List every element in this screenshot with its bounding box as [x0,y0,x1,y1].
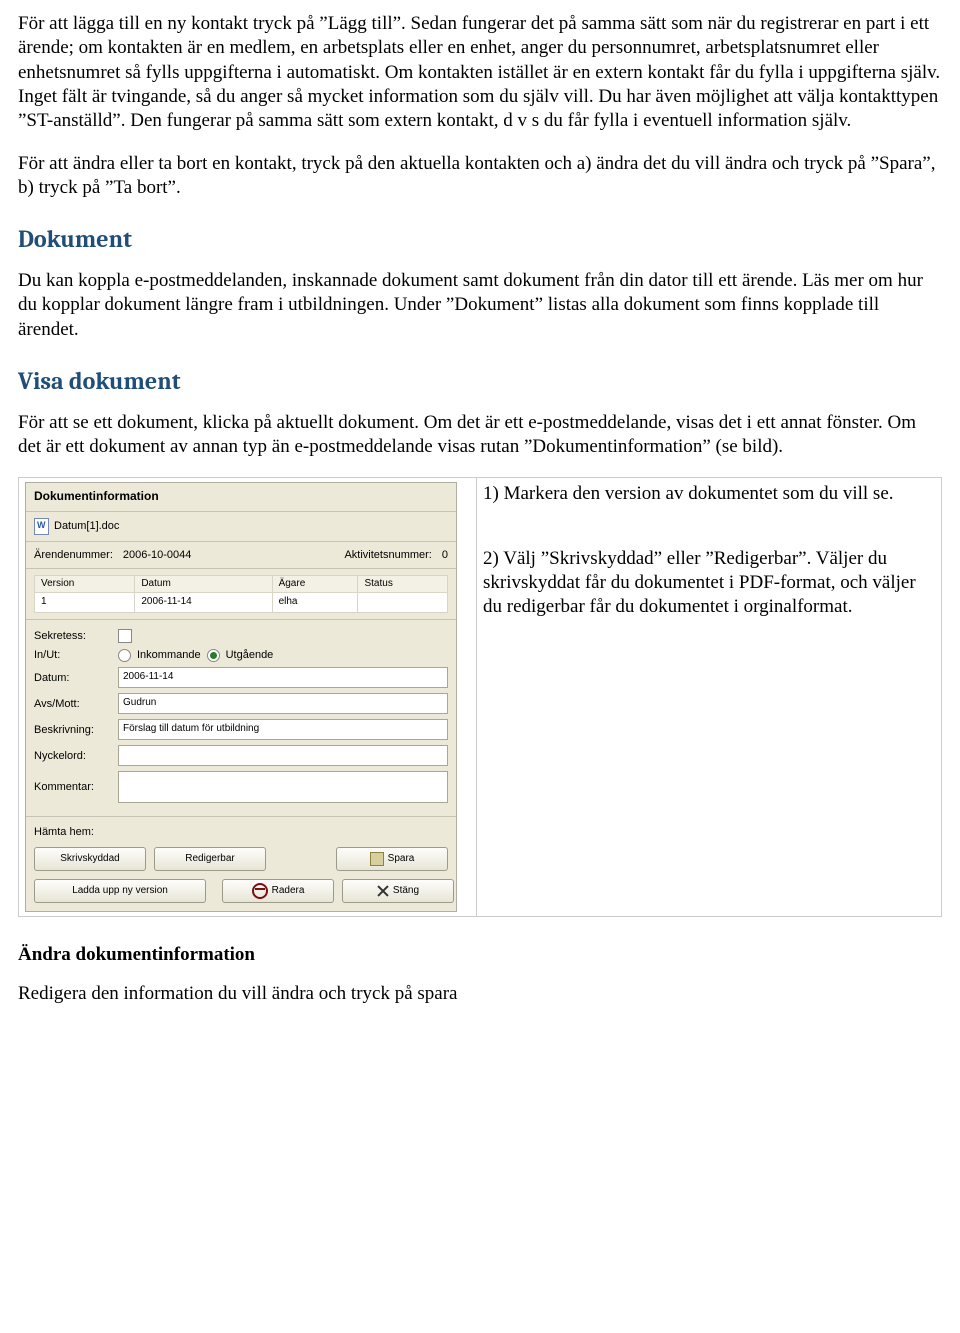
datum-label: Datum: [34,671,112,685]
hamta-hem-label: Hämta hem: [34,825,448,839]
figure-table: Dokumentinformation Datum[1].doc Ärenden… [18,477,942,917]
utgaende-radio[interactable] [207,649,220,662]
body-paragraph: För att se ett dokument, klicka på aktue… [18,411,942,460]
word-doc-icon [34,518,49,535]
nyckelord-label: Nyckelord: [34,749,112,763]
sekretess-checkbox[interactable] [118,629,132,643]
dokumentinformation-panel: Dokumentinformation Datum[1].doc Ärenden… [25,482,457,912]
heading-visa-dokument: Visa dokument [18,366,942,397]
body-paragraph: Du kan koppla e-postmeddelanden, inskann… [18,269,942,342]
arendenummer-label: Ärendenummer: [34,548,113,562]
col-status: Status [358,575,448,593]
cell-datum: 2006-11-14 [135,593,272,613]
beskrivning-label: Beskrivning: [34,723,112,737]
kommentar-field[interactable] [118,771,448,803]
redigerbar-button[interactable]: Redigerbar [154,847,266,871]
version-table[interactable]: Version Datum Ägare Status 1 2006-11-14 … [34,575,448,614]
col-agare: Ägare [272,575,358,593]
avsmott-label: Avs/Mott: [34,697,112,711]
datum-field[interactable]: 2006-11-14 [118,667,448,688]
kommentar-label: Kommentar: [34,780,112,794]
sekretess-label: Sekretess: [34,629,112,643]
avsmott-field[interactable]: Gudrun [118,693,448,714]
ladda-upp-button[interactable]: Ladda upp ny version [34,879,206,903]
body-paragraph: För att ändra eller ta bort en kontakt, … [18,152,942,201]
stang-button[interactable]: Stäng [342,879,454,903]
step-1-text: 1) Markera den version av dokumentet som… [483,482,935,506]
body-paragraph: Redigera den information du vill ändra o… [18,982,942,1006]
utgaende-label: Utgående [226,648,274,662]
inut-label: In/Ut: [34,648,112,662]
nyckelord-field[interactable] [118,745,448,766]
skrivskyddad-button[interactable]: Skrivskyddad [34,847,146,871]
aktivitetsnummer-label: Aktivitetsnummer: [344,548,431,562]
inkommande-radio[interactable] [118,649,131,662]
spara-button[interactable]: Spara [336,847,448,871]
panel-title: Dokumentinformation [26,483,456,511]
step-2-text: 2) Välj ”Skrivskyddad” eller ”Redigerbar… [483,547,935,620]
table-row[interactable]: 1 2006-11-14 elha [35,593,448,613]
body-paragraph: För att lägga till en ny kontakt tryck p… [18,12,942,134]
radera-button[interactable]: Radera [222,879,334,903]
panel-filename: Datum[1].doc [54,519,119,533]
aktivitetsnummer-value: 0 [442,548,448,562]
save-icon [370,852,384,866]
col-version: Version [35,575,135,593]
cell-version: 1 [35,593,135,613]
arendenummer-value: 2006-10-0044 [123,548,192,562]
col-datum: Datum [135,575,272,593]
delete-icon [252,883,268,899]
cell-status [358,593,448,613]
beskrivning-field[interactable]: Förslag till datum för utbildning [118,719,448,740]
close-icon [377,885,389,897]
heading-dokument: Dokument [18,224,942,255]
cell-agare: elha [272,593,358,613]
inkommande-label: Inkommande [137,648,201,662]
heading-andra-dokumentinformation: Ändra dokumentinformation [18,943,942,967]
